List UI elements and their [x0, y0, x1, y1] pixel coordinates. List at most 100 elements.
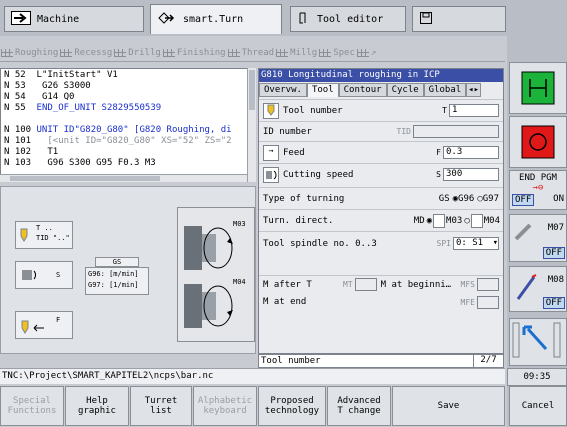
- green-cycle-icon: [521, 71, 555, 105]
- toolbar-special[interactable]: Spec: [319, 48, 355, 58]
- m08-key[interactable]: M08 OFF: [509, 266, 567, 312]
- code-horizontal-scrollbar[interactable]: [0, 174, 247, 182]
- coolant-nozzle-icon: [516, 274, 537, 300]
- tab-smart-turn[interactable]: smart.Turn: [150, 4, 282, 34]
- m07-key[interactable]: M07 OFF: [509, 214, 567, 262]
- spindle-cw-icon: [433, 213, 446, 228]
- tab-contour[interactable]: Contour: [338, 83, 387, 97]
- spindle-icon: [22, 270, 36, 280]
- gs-graphic-box: G96: [m/min] G97: [1/min]: [85, 267, 149, 295]
- m-after-t-input[interactable]: [354, 278, 377, 291]
- grid-icon: [60, 48, 73, 57]
- id-number-row: ID number TID: [259, 121, 503, 141]
- tab-cycle[interactable]: Cycle: [386, 83, 424, 97]
- tool-spindle-row: Tool spindle no. 0..3 SPI 0: S1 ▾: [259, 231, 503, 255]
- turn-direction-row: Turn. direct. MD ◉ M03 ○ M04: [259, 209, 503, 231]
- code-line[interactable]: N 101 [<unit ID="G820_G80" XS="52" ZS="2: [4, 136, 252, 147]
- tab-global[interactable]: Global: [423, 83, 467, 97]
- red-stop-icon: [521, 125, 555, 159]
- radio-m04[interactable]: ○: [464, 216, 469, 226]
- cycle-stop-key[interactable]: [509, 116, 567, 168]
- special-functions-softkey[interactable]: Special Functions: [0, 386, 64, 426]
- m-at-begin-input[interactable]: [477, 278, 499, 291]
- feed-tool-icon: [21, 320, 44, 334]
- clock: 09:35: [507, 368, 567, 386]
- cursor-key[interactable]: [509, 318, 567, 366]
- feed-input[interactable]: 0.3: [443, 146, 499, 159]
- tab-save[interactable]: [412, 6, 506, 32]
- tool-graphic-box: T .. TID "..": [15, 221, 73, 249]
- cycle-form: G810 Longitudinal roughing in ICP Overvw…: [258, 68, 504, 354]
- chevron-down-icon: ▾: [492, 238, 498, 248]
- toolbar-finishing[interactable]: Finishing: [162, 48, 226, 58]
- toolbar-recessing[interactable]: Recessg: [60, 48, 112, 58]
- cutting-speed-row: Cutting speed S 300: [259, 163, 503, 185]
- spindle-speed-icon[interactable]: [263, 166, 279, 183]
- tab-tool-editor[interactable]: Tool editor: [290, 6, 406, 32]
- toolbar-roughing[interactable]: Roughing: [1, 48, 58, 58]
- tab-scroll-arrows[interactable]: ◂▸: [466, 83, 482, 97]
- tool-number-input[interactable]: 1: [449, 104, 499, 117]
- alphabetic-keyboard-softkey[interactable]: Alphabetic keyboard: [193, 386, 257, 426]
- diamond-arrow-icon: [157, 11, 177, 28]
- m-after-t-row: M after T MT M at beginni… MFS: [259, 275, 503, 293]
- coolant-icon: [514, 223, 532, 241]
- tool-spindle-select[interactable]: 0: S1 ▾: [453, 237, 499, 250]
- end-pgm-arrow-icon: →⊖: [532, 183, 544, 193]
- speed-graphic-box: S: [15, 261, 73, 289]
- spindle-ccw-icon: [470, 213, 483, 228]
- advanced-t-change-softkey[interactable]: Advanced T change: [327, 386, 391, 426]
- scroll-thumb[interactable]: [10, 176, 160, 181]
- page-indicator: 2/7: [473, 354, 503, 368]
- tool-number-row: Tool number T 1: [259, 99, 503, 121]
- grid-icon: [276, 48, 289, 57]
- program-path: TNC:\Project\SMART_KAPITEL2\ncps\bar.nc: [0, 368, 505, 384]
- toolbar-milling[interactable]: Millg: [276, 48, 317, 58]
- scroll-thumb[interactable]: [249, 70, 255, 110]
- form-title: G810 Longitudinal roughing in ICP: [259, 69, 503, 82]
- form-status-bar: Tool number 2/7: [258, 354, 504, 368]
- grid-icon: [319, 48, 332, 57]
- feed-graphic-box: F: [15, 311, 73, 339]
- radio-m03[interactable]: ◉: [427, 216, 432, 226]
- toolbar-more[interactable]: ↗: [356, 48, 376, 58]
- grid-icon: [356, 48, 369, 57]
- cancel-softkey[interactable]: Cancel: [509, 386, 567, 426]
- unit-toolbar: Roughing Recessg Drillg Finishing Thread…: [0, 44, 505, 62]
- tab-machine[interactable]: Machine: [4, 6, 144, 32]
- grid-icon: [162, 48, 175, 57]
- code-vertical-scrollbar[interactable]: [247, 68, 256, 182]
- tool-editor-icon: [297, 11, 311, 28]
- toolbar-thread[interactable]: Thread: [227, 48, 274, 58]
- direction-graphic-box: M03 M04: [177, 207, 255, 342]
- m-at-end-input[interactable]: [477, 295, 499, 309]
- end-pgm-key[interactable]: END PGM →⊖ OFF ON: [509, 170, 567, 210]
- id-number-input[interactable]: [413, 125, 499, 138]
- grid-icon: [1, 48, 13, 57]
- feed-row: → Feed F 0.3: [259, 141, 503, 163]
- code-line[interactable]: N 54 G14 Q0: [4, 92, 252, 103]
- toolbar-drilling[interactable]: Drillg: [114, 48, 161, 58]
- tab-tool[interactable]: Tool: [306, 83, 339, 97]
- cursor-arrow-icon: [512, 322, 561, 358]
- turret-list-softkey[interactable]: Turret list: [130, 386, 192, 426]
- feed-icon[interactable]: →: [263, 144, 279, 161]
- code-line[interactable]: N 102 T1: [4, 147, 252, 158]
- code-line[interactable]: N 55 END_OF_UNIT S2829550539: [4, 103, 252, 114]
- code-line[interactable]: N 53 G26 S3000: [4, 81, 252, 92]
- cycle-start-key[interactable]: [509, 62, 567, 114]
- gs-label-box: GS: [95, 257, 139, 267]
- code-line[interactable]: N 103 G96 S300 G95 F0.3 M3: [4, 158, 252, 169]
- proposed-technology-softkey[interactable]: Proposed technology: [258, 386, 326, 426]
- code-line[interactable]: N 52 L"InitStart" V1: [4, 70, 252, 81]
- tab-overview[interactable]: Overvw.: [259, 83, 307, 97]
- code-line[interactable]: N 100 UNIT ID"G820_G80" [G820 Roughing, …: [4, 125, 252, 136]
- save-softkey[interactable]: Save: [392, 386, 505, 426]
- tool-select-icon[interactable]: [263, 102, 279, 119]
- code-line[interactable]: [4, 114, 252, 125]
- nc-program-editor[interactable]: N 52 L"InitStart" V1 N 53 G26 S3000 N 54…: [0, 68, 256, 182]
- help-graphic-softkey[interactable]: Help graphic: [65, 386, 129, 426]
- turning-type-row: Type of turning GS ◉ G96 ○ G97: [259, 187, 503, 209]
- cutting-speed-input[interactable]: 300: [443, 168, 499, 181]
- arrow-right-icon: [11, 10, 31, 28]
